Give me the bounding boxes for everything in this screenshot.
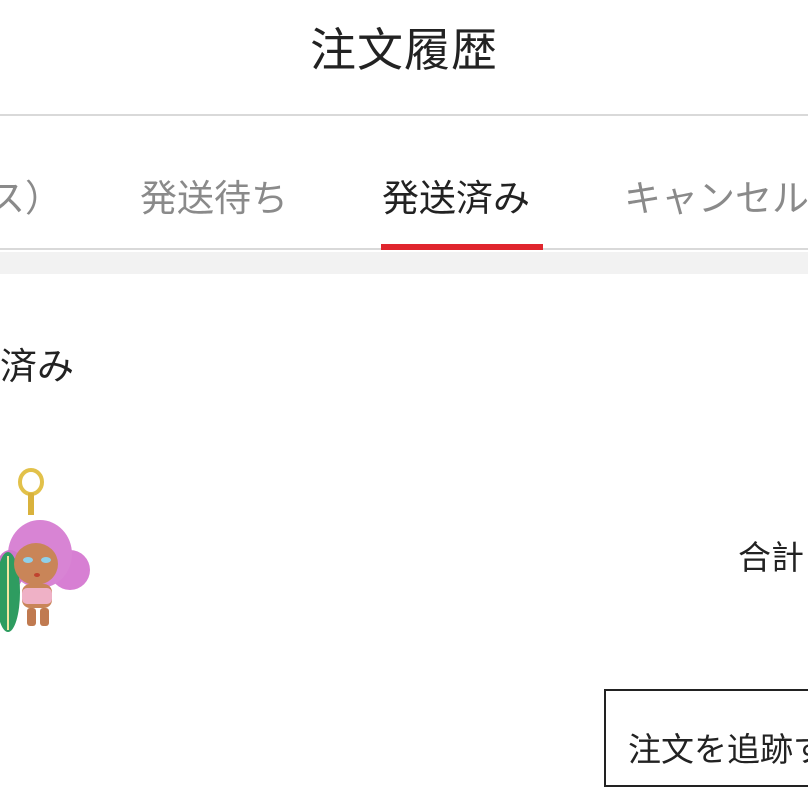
tab-shipped[interactable]: 発送済み bbox=[382, 168, 530, 222]
product-thumbnail[interactable] bbox=[0, 462, 100, 642]
tab-awaiting-shipment[interactable]: 発送待ち bbox=[140, 168, 288, 222]
active-tab-indicator bbox=[381, 244, 543, 250]
page-header: 注文履歴 bbox=[0, 0, 808, 116]
track-order-button[interactable]: 注文を追跡す bbox=[604, 689, 808, 787]
tab-cancelled[interactable]: キャンセル bbox=[624, 168, 808, 222]
order-total-label: 合計 bbox=[738, 538, 804, 577]
page-title: 注文履歴 bbox=[310, 23, 498, 77]
tab-all[interactable]: ス） bbox=[0, 168, 62, 222]
order-status-tabs: ス） 発送待ち 発送済み キャンセル bbox=[0, 116, 808, 250]
doll-keychain-image bbox=[0, 468, 90, 632]
section-divider bbox=[0, 252, 808, 274]
order-status-label: 済み bbox=[0, 345, 74, 388]
